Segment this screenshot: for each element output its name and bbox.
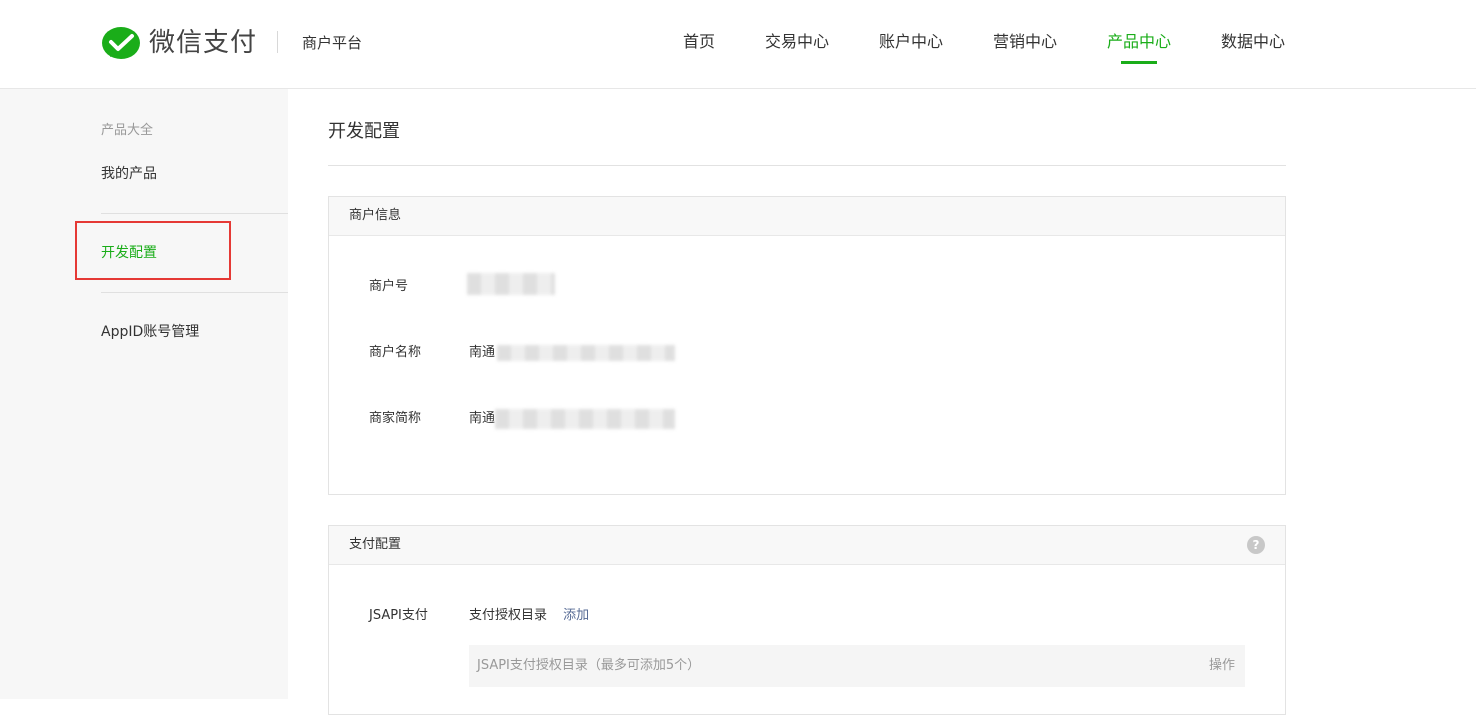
merchant-short-name-value: 南通 [469,411,496,426]
action-column-header: 操作 [1208,658,1235,673]
page-title: 开发配置 [328,121,400,142]
jsapi-auth-dir-label: 支付授权目录 [469,608,548,623]
brand-name[interactable]: 微信支付 [149,25,257,61]
brand-divider [277,31,278,53]
platform-subtitle: 商户平台 [302,34,363,52]
nav-active-indicator [1121,61,1157,64]
payment-config-panel: 支付配置 ? JSAPI支付 支付授权目录 添加 JSAPI支付授权目录（最多可… [328,525,1286,715]
sidebar-group-title: 产品大全 [101,123,154,138]
nav-transaction-center[interactable]: 交易中心 [765,31,829,53]
merchant-id-label: 商户号 [369,279,409,294]
sidebar-divider [101,292,288,293]
merchant-name-value: 南通 [469,345,496,360]
question-circle-icon[interactable]: ? [1247,536,1265,554]
sidebar-item-my-products[interactable]: 我的产品 [101,164,157,184]
merchant-info-panel: 商户信息 商户号 商户名称 南通 商家简称 南通 [328,196,1286,495]
add-auth-dir-link[interactable]: 添加 [563,608,589,623]
annotation-highlight-box [75,221,231,280]
merchant-short-name-label: 商家简称 [369,411,422,426]
nav-product-center[interactable]: 产品中心 [1107,31,1171,53]
payment-config-header: 支付配置 ? [329,526,1285,565]
sidebar: 产品大全 我的产品 开发配置 AppID账号管理 [0,89,288,699]
title-divider [328,165,1286,166]
nav-home[interactable]: 首页 [683,31,715,53]
merchant-name-label: 商户名称 [369,345,422,360]
auth-dir-table-header: JSAPI支付授权目录（最多可添加5个） 操作 [469,645,1245,687]
redacted-merchant-id [467,273,555,295]
wechat-pay-logo-icon[interactable] [101,26,141,62]
jsapi-pay-label: JSAPI支付 [369,608,428,623]
sidebar-item-appid-management[interactable]: AppID账号管理 [101,322,199,342]
sidebar-divider [101,213,288,214]
nav-marketing-center[interactable]: 营销中心 [993,31,1057,53]
redacted-merchant-name [497,345,675,361]
redacted-merchant-short-name [495,409,675,429]
payment-config-title: 支付配置 [349,537,402,552]
merchant-info-header: 商户信息 [329,197,1285,236]
nav-account-center[interactable]: 账户中心 [879,31,943,53]
nav-data-center[interactable]: 数据中心 [1221,31,1285,53]
auth-dir-column-header: JSAPI支付授权目录（最多可添加5个） [477,658,701,673]
top-header: 微信支付 商户平台 首页 交易中心 账户中心 营销中心 产品中心 数据中心 [0,0,1476,89]
jsapi-auth-dir-row: 支付授权目录 添加 [469,607,589,625]
